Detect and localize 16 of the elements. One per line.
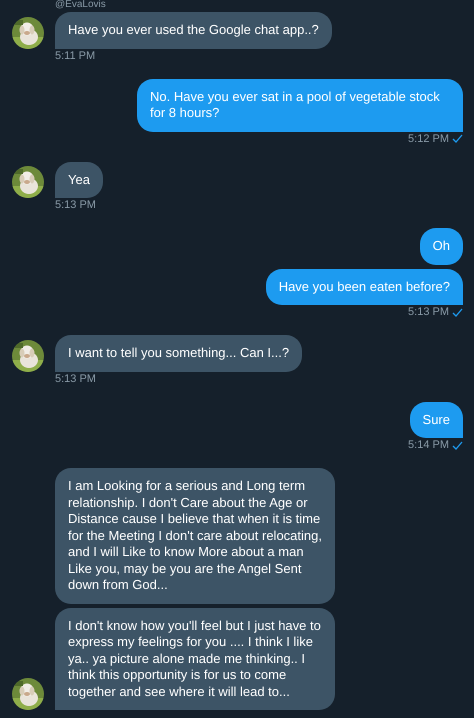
timestamp: 5:13 PM: [408, 306, 449, 318]
message-bubble: I am Looking for a serious and Long term relationship. I don't Care about the Age or Distance cause I believe that when it is time for the Meeting I don't care about relocating, and I will Like to know More about a man Like you, may be you are the Angel Sent down from God...: [55, 468, 335, 604]
message-bubble: Have you ever used the Google chat app..?: [55, 12, 332, 48]
user-handle: @EvaLovis: [55, 0, 107, 10]
message-bubble: I want to tell you something... Can I...?: [55, 335, 302, 372]
message-bubble: No. Have you ever sat in a pool of vegetable stock for 8 hours?: [137, 78, 463, 132]
message-bubble: Oh: [420, 228, 463, 264]
message-bubble: Sure: [410, 402, 463, 438]
message-bubble: Have you been eaten before?: [266, 268, 463, 305]
timestamp: 5:12 PM: [408, 132, 449, 144]
timestamp: 5:13 PM: [55, 199, 96, 211]
timestamp: 5:11 PM: [55, 50, 96, 62]
timestamp: 5:13 PM: [55, 372, 96, 384]
timestamp: 5:14 PM: [408, 439, 449, 451]
message-bubble: Yea: [55, 162, 103, 198]
message-bubble: I don't know how you'll feel but I just have to express my feelings for you .... I think I like ya.. ya picture alone made me thinking.. I think this opportunity is for us to come together and see where it will lead to...: [55, 608, 335, 710]
